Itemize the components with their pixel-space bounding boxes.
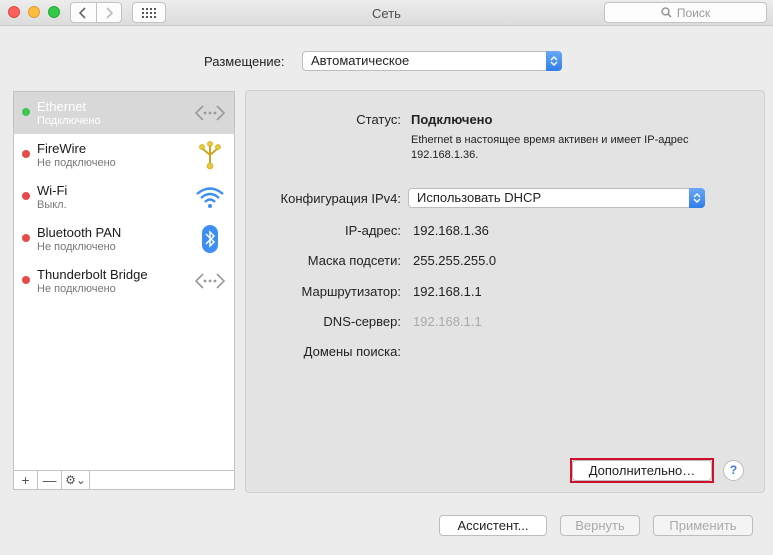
service-name: Ethernet bbox=[37, 99, 87, 114]
status-description: Ethernet в настоящее время активен и име… bbox=[411, 134, 689, 161]
service-detail-panel: Статус: Подключено Ethernet в настоящее … bbox=[245, 90, 765, 493]
status-dot bbox=[22, 150, 30, 158]
service-list-toolbar: + — ⚙︎⌄ bbox=[13, 471, 235, 490]
plus-icon: + bbox=[21, 472, 30, 488]
status-dot bbox=[22, 108, 30, 116]
gear-icon: ⚙︎⌄ bbox=[65, 473, 86, 487]
service-status: Не подключено bbox=[37, 283, 116, 295]
search-field[interactable]: Поиск bbox=[604, 2, 767, 23]
service-name: Bluetooth PAN bbox=[37, 225, 122, 240]
status-label: Статус: bbox=[356, 112, 401, 127]
service-status: Выкл. bbox=[37, 199, 67, 211]
service-item-ethernet[interactable]: Ethernet Подключено bbox=[14, 92, 234, 134]
dns-server-label: DNS-сервер: bbox=[323, 314, 401, 329]
ipv4-config-popup[interactable]: Использовать DHCP bbox=[408, 188, 705, 208]
service-item-thunderbolt-bridge[interactable]: Thunderbolt Bridge Не подключено bbox=[14, 260, 234, 302]
revert-button[interactable]: Вернуть bbox=[560, 515, 640, 536]
status-dot bbox=[22, 234, 30, 242]
ipv4-config-label: Конфигурация IPv4: bbox=[280, 191, 401, 206]
status-dot bbox=[22, 276, 30, 284]
location-popup[interactable]: Автоматическое bbox=[302, 51, 562, 71]
popup-stepper-icon bbox=[546, 51, 562, 71]
router-label: Маршрутизатор: bbox=[301, 284, 401, 299]
popup-stepper-icon bbox=[689, 188, 705, 208]
add-service-button[interactable]: + bbox=[14, 471, 38, 489]
apply-button[interactable]: Применить bbox=[653, 515, 753, 536]
service-name: Wi-Fi bbox=[37, 183, 68, 198]
bluetooth-icon bbox=[202, 225, 218, 253]
service-item-firewire[interactable]: FireWire Не подключено bbox=[14, 134, 234, 176]
wifi-icon bbox=[196, 187, 224, 208]
service-name: FireWire bbox=[37, 141, 87, 156]
service-item-bluetooth-pan[interactable]: Bluetooth PAN Не подключено bbox=[14, 218, 234, 260]
ipv4-config-value: Использовать DHCP bbox=[417, 190, 542, 205]
service-list: Ethernet Подключено FireWire Не подключе… bbox=[13, 91, 235, 471]
status-value: Подключено bbox=[411, 112, 493, 127]
status-dot bbox=[22, 192, 30, 200]
titlebar: Сеть Поиск bbox=[0, 0, 773, 26]
location-label: Размещение: bbox=[204, 54, 285, 69]
assistant-button[interactable]: Ассистент... bbox=[439, 515, 547, 536]
advanced-button[interactable]: Дополнительно… bbox=[572, 460, 712, 481]
service-actions-button[interactable]: ⚙︎⌄ bbox=[62, 471, 90, 489]
location-value: Автоматическое bbox=[311, 53, 410, 68]
ethernet-icon bbox=[194, 105, 226, 121]
router-value: 192.168.1.1 bbox=[413, 284, 482, 299]
ip-address-label: IP-адрес: bbox=[345, 223, 401, 238]
search-placeholder: Поиск bbox=[676, 5, 711, 20]
firewire-icon bbox=[199, 141, 221, 170]
minus-icon: — bbox=[42, 472, 57, 488]
service-status: Не подключено bbox=[37, 157, 116, 169]
service-item-wifi[interactable]: Wi-Fi Выкл. bbox=[14, 176, 234, 218]
dns-server-value: 192.168.1.1 bbox=[413, 314, 482, 329]
remove-service-button[interactable]: — bbox=[38, 471, 62, 489]
subnet-mask-label: Маска подсети: bbox=[307, 253, 401, 268]
help-button[interactable]: ? bbox=[723, 460, 744, 481]
network-preferences-window: Сеть Поиск Размещение: Автоматическое Et… bbox=[0, 0, 773, 555]
service-name: Thunderbolt Bridge bbox=[37, 267, 148, 282]
service-status: Не подключено bbox=[37, 241, 116, 253]
ip-address-value: 192.168.1.36 bbox=[413, 223, 489, 238]
subnet-mask-value: 255.255.255.0 bbox=[413, 253, 497, 268]
search-domains-label: Домены поиска: bbox=[303, 344, 401, 359]
search-icon bbox=[661, 7, 672, 18]
service-status: Подключено bbox=[37, 115, 101, 127]
thunderbolt-bridge-icon bbox=[194, 273, 226, 289]
